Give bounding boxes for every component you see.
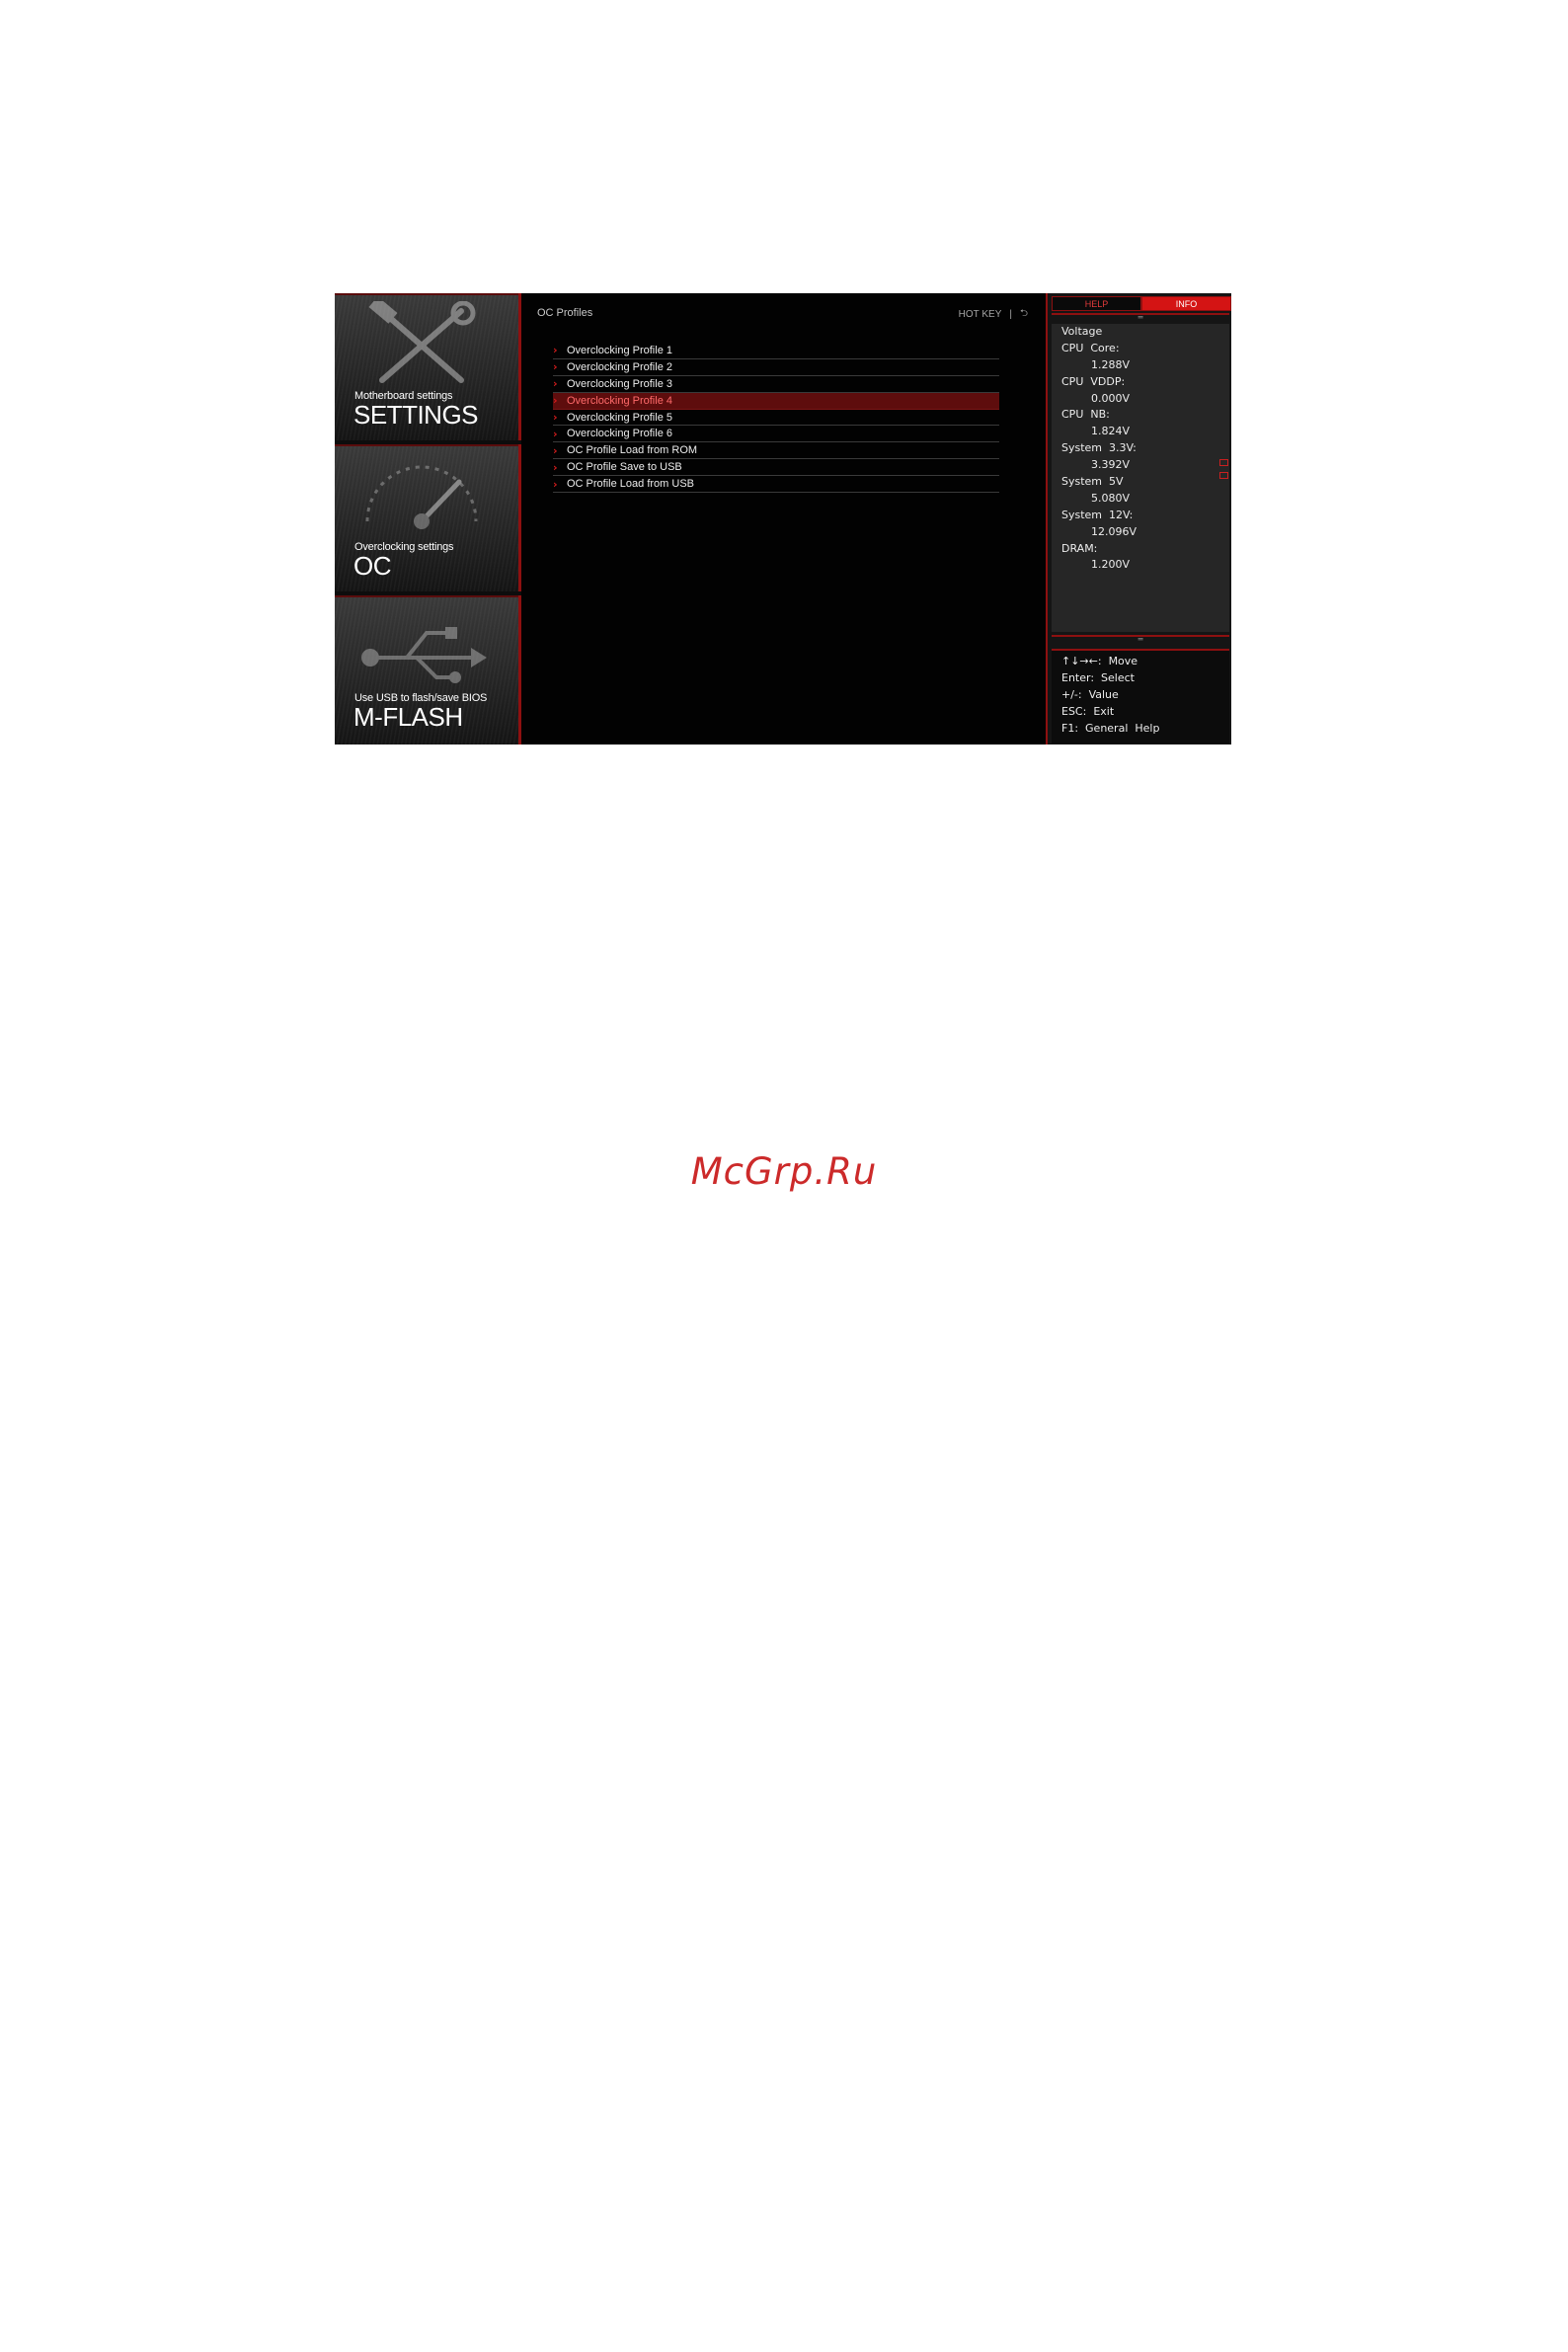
right-panel: HELP INFO ═ Voltage CPU Core: 1.288V CPU…	[1046, 293, 1231, 745]
menu-item-profile-4[interactable]: › Overclocking Profile 4	[553, 392, 999, 410]
hotkey-bar: HOT KEY | ⮌	[959, 306, 1028, 323]
chevron-right-icon: ›	[553, 460, 558, 474]
tile-title: M-FLASH	[353, 702, 463, 732]
voltage-label: System 12V:	[1061, 508, 1134, 521]
hotkey-label[interactable]: HOT KEY	[959, 309, 1002, 320]
watermark-text: McGrp.Ru	[690, 1150, 878, 1193]
voltage-value: 1.200V	[1091, 558, 1131, 572]
key-hint: Enter: Select	[1061, 670, 1135, 684]
tab-info[interactable]: INFO	[1141, 296, 1231, 311]
voltage-label: CPU VDDP:	[1061, 374, 1126, 388]
tile-separator	[335, 595, 518, 597]
page: Motherboard settings SETTINGS Overclocki…	[0, 0, 1568, 2352]
chevron-right-icon: ›	[553, 427, 558, 440]
side-scroll-marks	[1219, 459, 1229, 485]
voltage-value: 5.080V	[1091, 491, 1131, 505]
key-hint: +/-: Value	[1061, 687, 1119, 701]
menu-item-label: Overclocking Profile 1	[567, 344, 672, 356]
oc-tile[interactable]: Overclocking settings OC	[335, 444, 521, 591]
menu-item-save-to-usb[interactable]: › OC Profile Save to USB	[553, 459, 999, 477]
chevron-right-icon: ›	[553, 344, 558, 357]
voltage-value: 1.824V	[1091, 425, 1131, 438]
menu-item-label: Overclocking Profile 2	[567, 360, 672, 373]
chevron-right-icon: ›	[553, 477, 558, 491]
scroll-mark-icon	[1219, 472, 1228, 479]
chevron-right-icon: ›	[553, 394, 558, 408]
menu-item-label: OC Profile Save to USB	[567, 461, 682, 474]
key-hint: F1: General Help	[1061, 721, 1160, 735]
voltage-label: System 5V	[1061, 475, 1124, 489]
scroll-mark-icon	[1219, 459, 1228, 466]
menu-item-profile-3[interactable]: › Overclocking Profile 3	[553, 376, 999, 393]
key-hint: ↑↓→←: Move	[1061, 655, 1138, 667]
tile-title: OC	[353, 551, 392, 581]
menu-item-profile-2[interactable]: › Overclocking Profile 2	[553, 359, 999, 376]
voltage-label: CPU Core:	[1061, 341, 1120, 354]
mflash-tile[interactable]: Use USB to flash/save BIOS M-FLASH	[335, 595, 521, 745]
chevron-right-icon: ›	[553, 443, 558, 457]
key-hint: ESC: Exit	[1061, 704, 1115, 718]
menu-item-label: OC Profile Load from ROM	[567, 444, 698, 457]
bios-screen: Motherboard settings SETTINGS Overclocki…	[335, 293, 1231, 745]
oc-profile-menu: › Overclocking Profile 1 › Overclocking …	[553, 343, 999, 494]
voltage-heading: Voltage	[1061, 325, 1103, 338]
menu-item-label: Overclocking Profile 6	[567, 428, 672, 440]
key-legend: ↑↓→←: Move Enter: Select +/-: Value ESC:…	[1052, 649, 1229, 744]
voltage-label: CPU NB:	[1061, 408, 1110, 422]
gauge-icon	[365, 465, 478, 529]
voltage-label: DRAM:	[1061, 541, 1098, 555]
back-arrow-icon[interactable]: ⮌	[1020, 306, 1028, 323]
menu-item-label: Overclocking Profile 4	[567, 394, 672, 407]
usb-icon	[361, 627, 487, 683]
voltage-label: System 3.3V:	[1061, 441, 1137, 455]
settings-tile[interactable]: Motherboard settings SETTINGS	[335, 293, 521, 440]
menu-item-profile-5[interactable]: › Overclocking Profile 5	[553, 410, 999, 427]
scroll-up-indicator[interactable]: ═	[1052, 313, 1229, 323]
menu-item-profile-1[interactable]: › Overclocking Profile 1	[553, 343, 999, 359]
left-panel: Motherboard settings SETTINGS Overclocki…	[335, 293, 521, 745]
voltage-value: 12.096V	[1091, 524, 1137, 538]
chevron-right-icon: ›	[553, 360, 558, 374]
chevron-right-icon: ›	[553, 411, 558, 424]
voltage-value: 0.000V	[1091, 391, 1131, 405]
voltage-value: 1.288V	[1091, 357, 1131, 371]
menu-item-profile-6[interactable]: › Overclocking Profile 6	[553, 426, 999, 443]
tab-help[interactable]: HELP	[1052, 296, 1141, 311]
tile-separator	[335, 444, 518, 446]
menu-item-label: Overclocking Profile 5	[567, 411, 672, 424]
menu-item-load-from-rom[interactable]: › OC Profile Load from ROM	[553, 442, 999, 460]
menu-item-label: Overclocking Profile 3	[567, 377, 672, 390]
main-panel: OC Profiles HOT KEY | ⮌ › Overclocking P…	[521, 293, 1046, 745]
voltage-value: 3.392V	[1091, 458, 1131, 472]
chevron-right-icon: ›	[553, 377, 558, 391]
menu-item-load-from-usb[interactable]: › OC Profile Load from USB	[553, 476, 999, 494]
tools-icon	[368, 301, 476, 383]
help-info-tabs: HELP INFO	[1052, 296, 1231, 311]
tile-separator	[335, 293, 518, 295]
tile-title: SETTINGS	[353, 400, 479, 430]
page-title: OC Profiles	[537, 307, 593, 319]
menu-item-label: OC Profile Load from USB	[567, 478, 694, 491]
voltage-info: Voltage CPU Core: 1.288V CPU VDDP: 0.000…	[1052, 324, 1229, 632]
hotkey-separator: |	[1009, 309, 1012, 320]
scroll-down-indicator[interactable]: ═	[1052, 635, 1229, 645]
